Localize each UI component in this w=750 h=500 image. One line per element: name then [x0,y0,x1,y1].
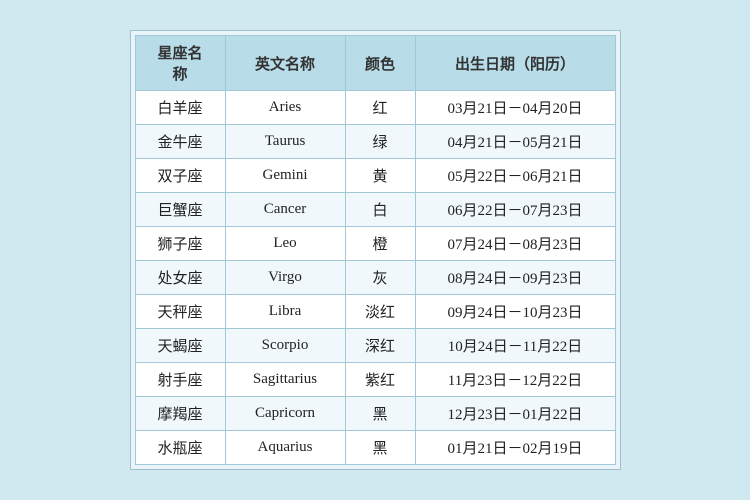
cell-date: 08月24日－09月23日 [415,261,615,295]
cell-color: 橙 [345,227,415,261]
cell-date: 09月24日－10月23日 [415,295,615,329]
cell-color: 灰 [345,261,415,295]
table-row: 白羊座Aries红03月21日－04月20日 [135,91,615,125]
cell-en: Scorpio [225,329,345,363]
cell-date: 10月24日－11月22日 [415,329,615,363]
cell-color: 黄 [345,159,415,193]
header-en: 英文名称 [225,36,345,91]
table-header-row: 星座名称 英文名称 颜色 出生日期（阳历） [135,36,615,91]
cell-date: 05月22日－06月21日 [415,159,615,193]
cell-en: Gemini [225,159,345,193]
cell-cn: 天秤座 [135,295,225,329]
zodiac-table: 星座名称 英文名称 颜色 出生日期（阳历） 白羊座Aries红03月21日－04… [135,35,616,465]
cell-en: Capricorn [225,397,345,431]
cell-en: Leo [225,227,345,261]
cell-date: 04月21日－05月21日 [415,125,615,159]
cell-date: 11月23日－12月22日 [415,363,615,397]
cell-cn: 狮子座 [135,227,225,261]
table-body: 白羊座Aries红03月21日－04月20日金牛座Taurus绿04月21日－0… [135,91,615,465]
cell-cn: 天蝎座 [135,329,225,363]
table-row: 天蝎座Scorpio深红10月24日－11月22日 [135,329,615,363]
cell-en: Taurus [225,125,345,159]
cell-en: Aquarius [225,431,345,465]
table-row: 处女座Virgo灰08月24日－09月23日 [135,261,615,295]
table-row: 双子座Gemini黄05月22日－06月21日 [135,159,615,193]
cell-cn: 巨蟹座 [135,193,225,227]
table-row: 天秤座Libra淡红09月24日－10月23日 [135,295,615,329]
table-row: 摩羯座Capricorn黑12月23日－01月22日 [135,397,615,431]
zodiac-table-container: 星座名称 英文名称 颜色 出生日期（阳历） 白羊座Aries红03月21日－04… [130,30,621,470]
header-date: 出生日期（阳历） [415,36,615,91]
cell-color: 深红 [345,329,415,363]
cell-en: Libra [225,295,345,329]
cell-date: 12月23日－01月22日 [415,397,615,431]
cell-color: 红 [345,91,415,125]
cell-cn: 摩羯座 [135,397,225,431]
cell-cn: 白羊座 [135,91,225,125]
table-row: 射手座Sagittarius紫红11月23日－12月22日 [135,363,615,397]
cell-color: 黑 [345,431,415,465]
cell-cn: 处女座 [135,261,225,295]
cell-color: 紫红 [345,363,415,397]
cell-color: 黑 [345,397,415,431]
cell-date: 06月22日－07月23日 [415,193,615,227]
cell-cn: 金牛座 [135,125,225,159]
cell-en: Cancer [225,193,345,227]
cell-en: Sagittarius [225,363,345,397]
header-cn: 星座名称 [135,36,225,91]
cell-date: 01月21日－02月19日 [415,431,615,465]
table-row: 水瓶座Aquarius黑01月21日－02月19日 [135,431,615,465]
table-row: 狮子座Leo橙07月24日－08月23日 [135,227,615,261]
cell-color: 淡红 [345,295,415,329]
cell-cn: 射手座 [135,363,225,397]
cell-color: 绿 [345,125,415,159]
cell-color: 白 [345,193,415,227]
table-row: 金牛座Taurus绿04月21日－05月21日 [135,125,615,159]
cell-en: Virgo [225,261,345,295]
header-color: 颜色 [345,36,415,91]
cell-date: 03月21日－04月20日 [415,91,615,125]
cell-cn: 双子座 [135,159,225,193]
cell-en: Aries [225,91,345,125]
cell-cn: 水瓶座 [135,431,225,465]
cell-date: 07月24日－08月23日 [415,227,615,261]
table-row: 巨蟹座Cancer白06月22日－07月23日 [135,193,615,227]
